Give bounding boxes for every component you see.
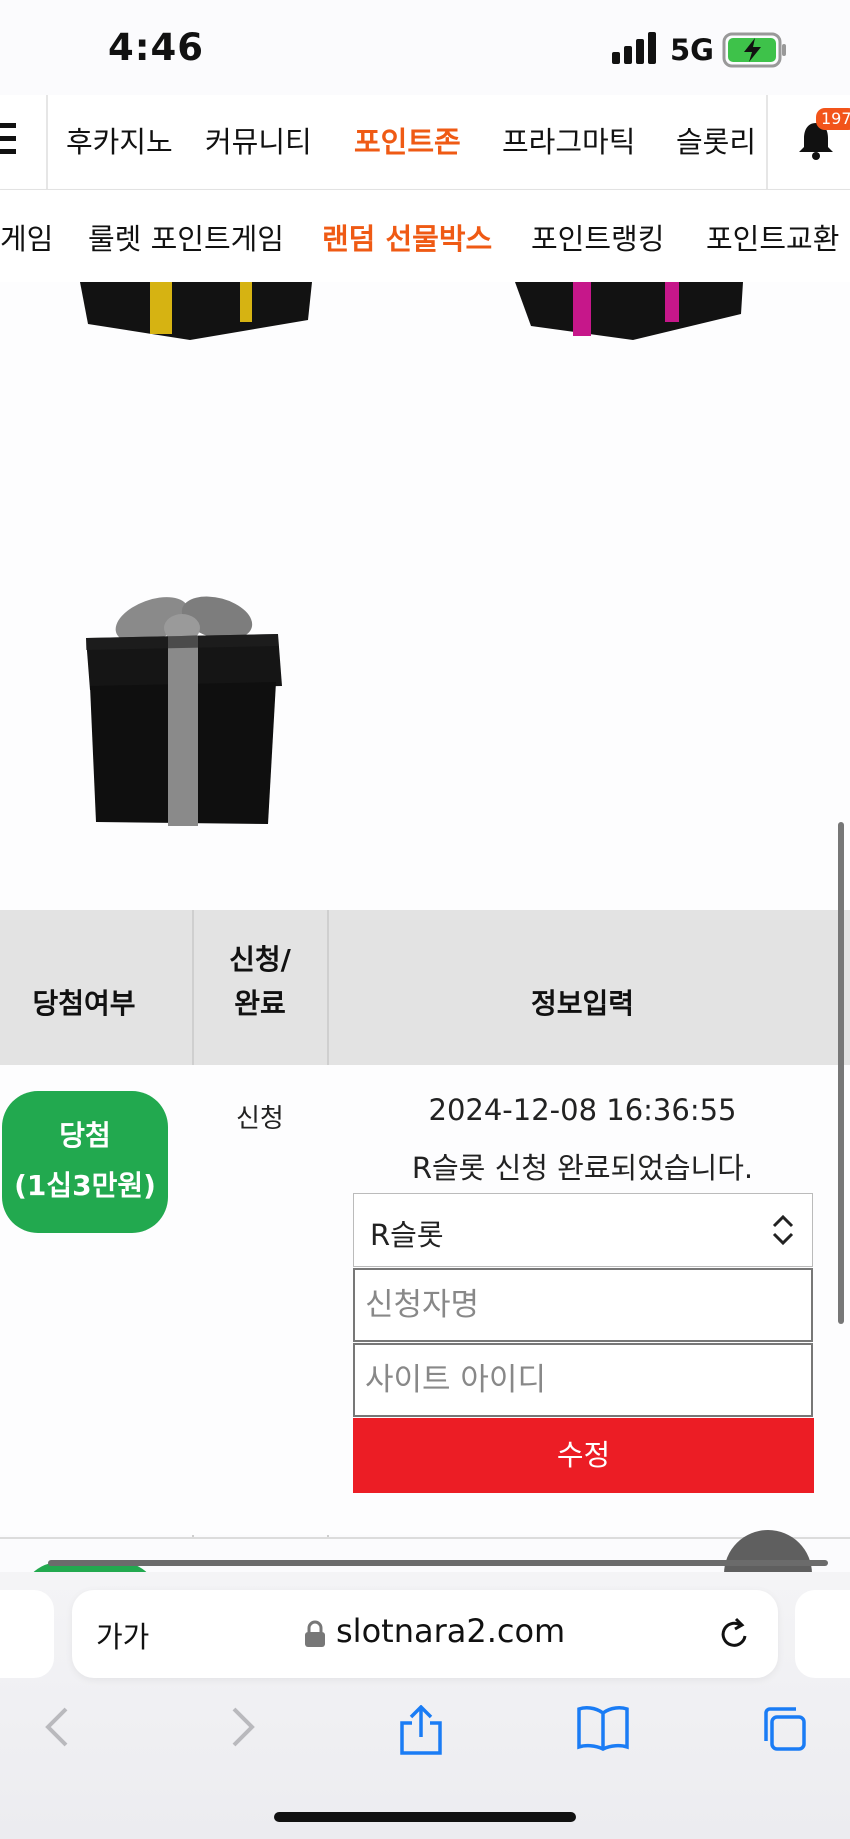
share-icon[interactable] bbox=[398, 1705, 444, 1755]
vertical-scrollbar[interactable] bbox=[838, 822, 844, 1324]
nav-item-casino[interactable]: 후카지노 bbox=[66, 119, 173, 161]
nav-item-slot[interactable]: 슬롯리 bbox=[676, 119, 756, 161]
address-bar[interactable]: 가가 slotnara2.com bbox=[72, 1590, 778, 1678]
site-id-field[interactable] bbox=[353, 1343, 813, 1417]
header-apply-line1: 신청/ bbox=[229, 943, 291, 976]
edit-button[interactable]: 수정 bbox=[353, 1418, 814, 1493]
gift-box-yellow[interactable] bbox=[80, 282, 316, 344]
applicant-name-field[interactable] bbox=[353, 1268, 813, 1342]
nav-item-point-zone[interactable]: 포인트존 bbox=[354, 119, 461, 161]
subnav-item-game[interactable]: 게임 bbox=[0, 216, 53, 258]
completion-message: R슬롯 신청 완료되었습니다. bbox=[411, 1151, 754, 1185]
site-id-input[interactable] bbox=[355, 1345, 811, 1415]
win-label: 당첨 bbox=[59, 1119, 111, 1152]
next-tab-preview[interactable] bbox=[795, 1590, 850, 1678]
lock-icon bbox=[305, 1620, 325, 1647]
signal-icon bbox=[612, 32, 658, 64]
bookmarks-icon[interactable] bbox=[577, 1705, 629, 1751]
subnav-item-random-giftbox[interactable]: 랜덤 선물박스 bbox=[322, 216, 492, 258]
home-indicator bbox=[274, 1812, 576, 1822]
menu-icon[interactable] bbox=[0, 123, 16, 155]
reload-icon[interactable] bbox=[716, 1616, 752, 1652]
row-divider bbox=[0, 1537, 850, 1539]
header-result: 당첨여부 bbox=[32, 987, 136, 1020]
site-select[interactable]: R슬롯 bbox=[353, 1193, 813, 1267]
main-nav: 후카지노 커뮤니티 포인트존 프라그마틱 슬롯리 bbox=[0, 95, 850, 191]
header-apply-line2: 완료 bbox=[234, 987, 286, 1020]
gift-box-pink[interactable] bbox=[515, 282, 745, 344]
text-size-button[interactable]: 가가 bbox=[96, 1614, 149, 1656]
nav-item-community[interactable]: 커뮤니티 bbox=[205, 119, 312, 161]
header-info: 정보입력 bbox=[530, 987, 635, 1020]
status-time: 4:46 bbox=[108, 26, 205, 69]
gift-box-gray[interactable] bbox=[82, 590, 286, 830]
notification-badge: 197 bbox=[816, 108, 850, 130]
horizontal-scrollbar[interactable] bbox=[48, 1560, 828, 1566]
win-badge: 당첨 (1십3만원) bbox=[2, 1091, 168, 1233]
prev-tab-preview[interactable] bbox=[0, 1590, 54, 1678]
chevron-updown-icon bbox=[772, 1214, 794, 1246]
battery-charging-icon bbox=[722, 32, 786, 68]
table-header: 당첨여부 신청/ 완료 정보입력 bbox=[0, 910, 850, 1065]
subnav-item-exchange[interactable]: 포인트교환 bbox=[706, 216, 839, 258]
applied-datetime: 2024-12-08 16:36:55 bbox=[428, 1093, 737, 1127]
win-amount: (1십3만원) bbox=[14, 1169, 156, 1202]
network-label: 5G bbox=[670, 33, 714, 67]
site-select-value: R슬롯 bbox=[370, 1218, 444, 1252]
forward-icon[interactable] bbox=[224, 1705, 260, 1749]
apply-status: 신청 bbox=[236, 1104, 284, 1134]
tabs-icon[interactable] bbox=[760, 1705, 808, 1753]
status-bar: 4:46 5G bbox=[0, 0, 850, 95]
url-text: slotnara2.com bbox=[336, 1612, 566, 1650]
nav-item-pragmatic[interactable]: 프라그마틱 bbox=[502, 119, 635, 161]
back-icon[interactable] bbox=[40, 1705, 76, 1749]
subnav-item-ranking[interactable]: 포인트랭킹 bbox=[531, 216, 664, 258]
subnav-item-roulette[interactable]: 룰렛 포인트게임 bbox=[88, 216, 284, 258]
giftbox-grid bbox=[0, 282, 850, 910]
applicant-name-input[interactable] bbox=[355, 1270, 811, 1340]
sub-nav: 게임 룰렛 포인트게임 랜덤 선물박스 포인트랭킹 포인트교환 bbox=[0, 190, 850, 282]
